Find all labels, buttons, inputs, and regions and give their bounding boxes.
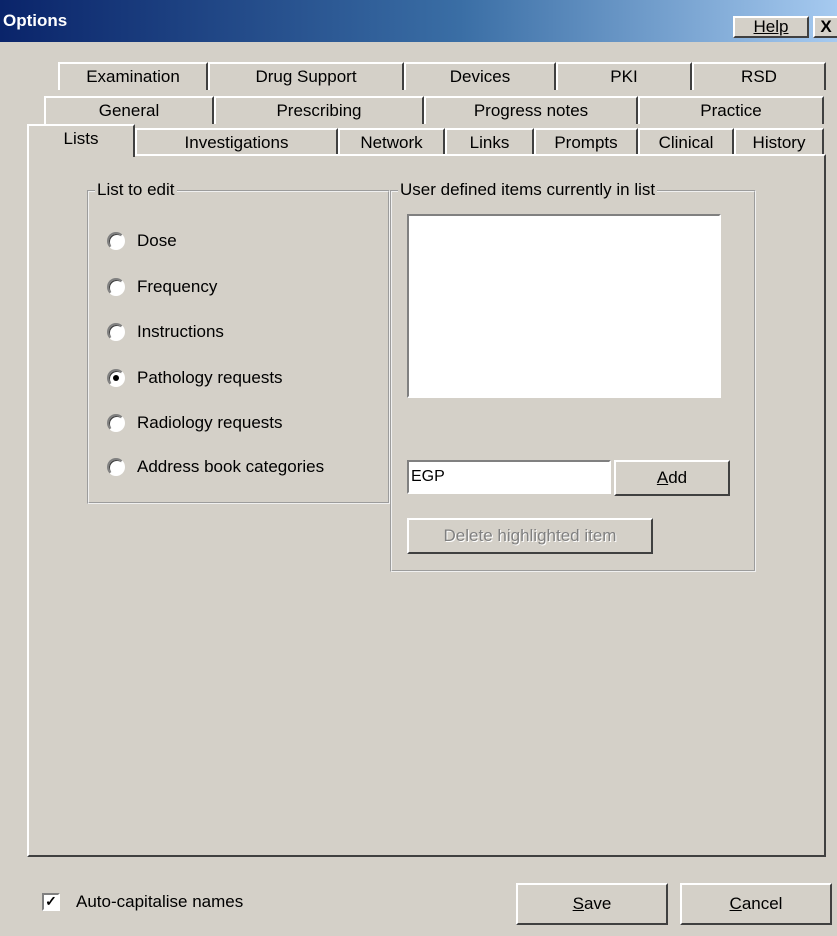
add-button-mnemonic: A: [656, 468, 669, 487]
radio-label: Dose: [137, 231, 177, 250]
radio-label: Instructions: [137, 322, 224, 341]
tab-investigations[interactable]: Investigations: [135, 128, 338, 156]
radio-label: Radiology requests: [137, 413, 283, 432]
cancel-mnemonic: C: [729, 894, 742, 913]
radio-label: Address book categories: [137, 457, 325, 476]
add-button[interactable]: Add: [614, 460, 730, 496]
save-rest: ave: [583, 894, 612, 913]
tab-examination[interactable]: Examination: [58, 62, 208, 90]
window-title: Options: [3, 11, 68, 30]
tab-history[interactable]: History: [734, 128, 824, 156]
tab-links[interactable]: Links: [445, 128, 534, 156]
tab-drug-support[interactable]: Drug Support: [208, 62, 404, 90]
radio-button-selected[interactable]: [107, 369, 125, 387]
delete-highlighted-item-button[interactable]: Delete highlighted item: [407, 518, 653, 554]
lists-tab-panel: List to edit Dose Frequency Instructions…: [27, 154, 826, 857]
auto-capitalise-checkbox[interactable]: ✓: [42, 893, 60, 911]
save-button[interactable]: Save: [516, 883, 668, 925]
radio-button[interactable]: [107, 414, 125, 432]
tab-lists[interactable]: Lists: [27, 124, 135, 157]
auto-capitalise-label: Auto-capitalise names: [76, 892, 244, 911]
user-defined-items-legend: User defined items currently in list: [398, 180, 658, 200]
user-defined-items-group: User defined items currently in list Add…: [390, 180, 756, 572]
tab-general[interactable]: General: [44, 96, 214, 124]
tab-progress-notes[interactable]: Progress notes: [424, 96, 638, 124]
tab-devices[interactable]: Devices: [404, 62, 556, 90]
tab-clinical[interactable]: Clinical: [638, 128, 734, 156]
help-button[interactable]: Help: [733, 16, 809, 38]
list-to-edit-group: List to edit Dose Frequency Instructions…: [87, 180, 390, 504]
tab-network[interactable]: Network: [338, 128, 445, 156]
tab-prompts[interactable]: Prompts: [534, 128, 638, 156]
tab-pki[interactable]: PKI: [556, 62, 692, 90]
title-bar: Options Help X: [0, 0, 837, 42]
close-button[interactable]: X: [813, 16, 837, 38]
tab-practice[interactable]: Practice: [638, 96, 824, 124]
cancel-button[interactable]: Cancel: [680, 883, 832, 925]
tab-rsd[interactable]: RSD: [692, 62, 826, 90]
add-button-rest: dd: [668, 468, 688, 487]
radio-button[interactable]: [107, 323, 125, 341]
radio-label: Pathology requests: [137, 368, 283, 387]
radio-button[interactable]: [107, 278, 125, 296]
cancel-rest: ancel: [741, 894, 783, 913]
radio-button[interactable]: [107, 232, 125, 250]
tab-prescribing[interactable]: Prescribing: [214, 96, 424, 124]
radio-label: Frequency: [137, 277, 218, 296]
user-items-listbox[interactable]: [407, 214, 721, 398]
list-to-edit-legend: List to edit: [95, 180, 177, 200]
new-item-input[interactable]: [407, 460, 611, 494]
save-mnemonic: S: [572, 894, 584, 913]
radio-button[interactable]: [107, 458, 125, 476]
